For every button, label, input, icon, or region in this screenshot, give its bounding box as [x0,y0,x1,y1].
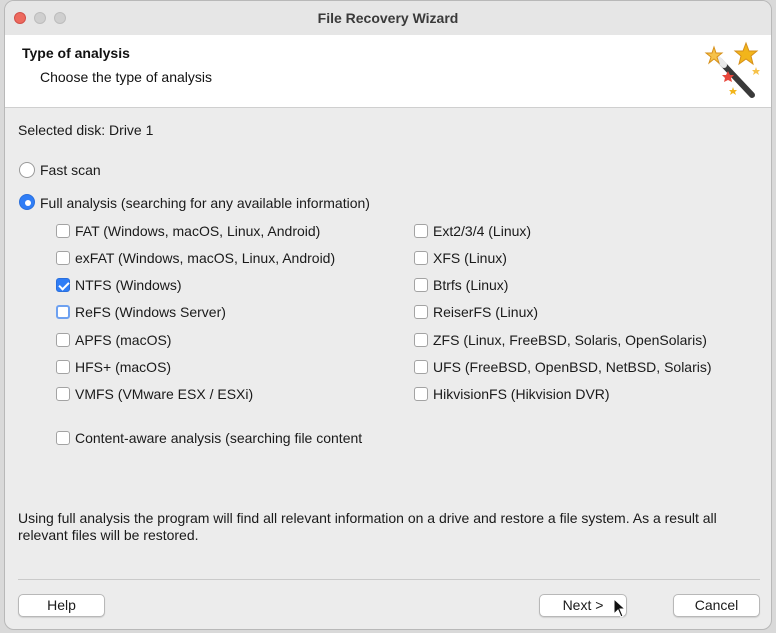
btrfs-checkbox[interactable] [414,278,428,292]
ntfs-checkbox[interactable] [56,278,70,292]
footer-divider [18,579,760,580]
vmfs-label[interactable]: VMFS (VMware ESX / ESXi) [75,386,253,402]
refs-checkbox[interactable] [56,305,70,319]
hfs-plus-checkbox[interactable] [56,360,70,374]
file-recovery-wizard-window: File Recovery Wizard Type of analysis Ch… [4,0,772,630]
ext-checkbox[interactable] [414,224,428,238]
hikvisionfs-label[interactable]: HikvisionFS (Hikvision DVR) [433,386,610,402]
ext-label[interactable]: Ext2/3/4 (Linux) [433,223,531,239]
apfs-checkbox[interactable] [56,333,70,347]
fat-label[interactable]: FAT (Windows, macOS, Linux, Android) [75,223,320,239]
zfs-checkbox[interactable] [414,333,428,347]
full-analysis-label[interactable]: Full analysis (searching for any availab… [40,195,370,211]
window-title: File Recovery Wizard [317,10,459,26]
content-aware-label[interactable]: Content-aware analysis (searching file c… [75,430,381,446]
btrfs-label[interactable]: Btrfs (Linux) [433,277,508,293]
mouse-pointer-icon [613,598,627,618]
apfs-label[interactable]: APFS (macOS) [75,332,171,348]
reiserfs-label[interactable]: ReiserFS (Linux) [433,304,538,320]
reiserfs-checkbox[interactable] [414,305,428,319]
zfs-label[interactable]: ZFS (Linux, FreeBSD, Solaris, OpenSolari… [433,332,707,348]
fat-checkbox[interactable] [56,224,70,238]
exfat-checkbox[interactable] [56,251,70,265]
full-analysis-radio[interactable] [19,194,35,210]
wizard-header: Type of analysis Choose the type of anal… [5,35,771,108]
step-title: Type of analysis [22,45,130,61]
xfs-checkbox[interactable] [414,251,428,265]
ufs-label[interactable]: UFS (FreeBSD, OpenBSD, NetBSD, Solaris) [433,359,712,375]
magic-wand-icon [704,41,760,98]
refs-label[interactable]: ReFS (Windows Server) [75,304,226,320]
step-subtitle: Choose the type of analysis [40,69,212,85]
fast-scan-radio[interactable] [19,162,35,178]
exfat-label[interactable]: exFAT (Windows, macOS, Linux, Android) [75,250,335,266]
selected-disk-label: Selected disk: Drive 1 [18,122,154,138]
fast-scan-label[interactable]: Fast scan [40,162,101,178]
hikvisionfs-checkbox[interactable] [414,387,428,401]
xfs-label[interactable]: XFS (Linux) [433,250,507,266]
ntfs-label[interactable]: NTFS (Windows) [75,277,182,293]
hfs-plus-label[interactable]: HFS+ (macOS) [75,359,171,375]
help-button[interactable]: Help [18,594,105,617]
vmfs-checkbox[interactable] [56,387,70,401]
analysis-description: Using full analysis the program will fin… [18,510,717,543]
title-bar[interactable]: File Recovery Wizard [5,1,771,35]
cancel-button[interactable]: Cancel [673,594,760,617]
ufs-checkbox[interactable] [414,360,428,374]
content-aware-checkbox[interactable] [56,431,70,445]
